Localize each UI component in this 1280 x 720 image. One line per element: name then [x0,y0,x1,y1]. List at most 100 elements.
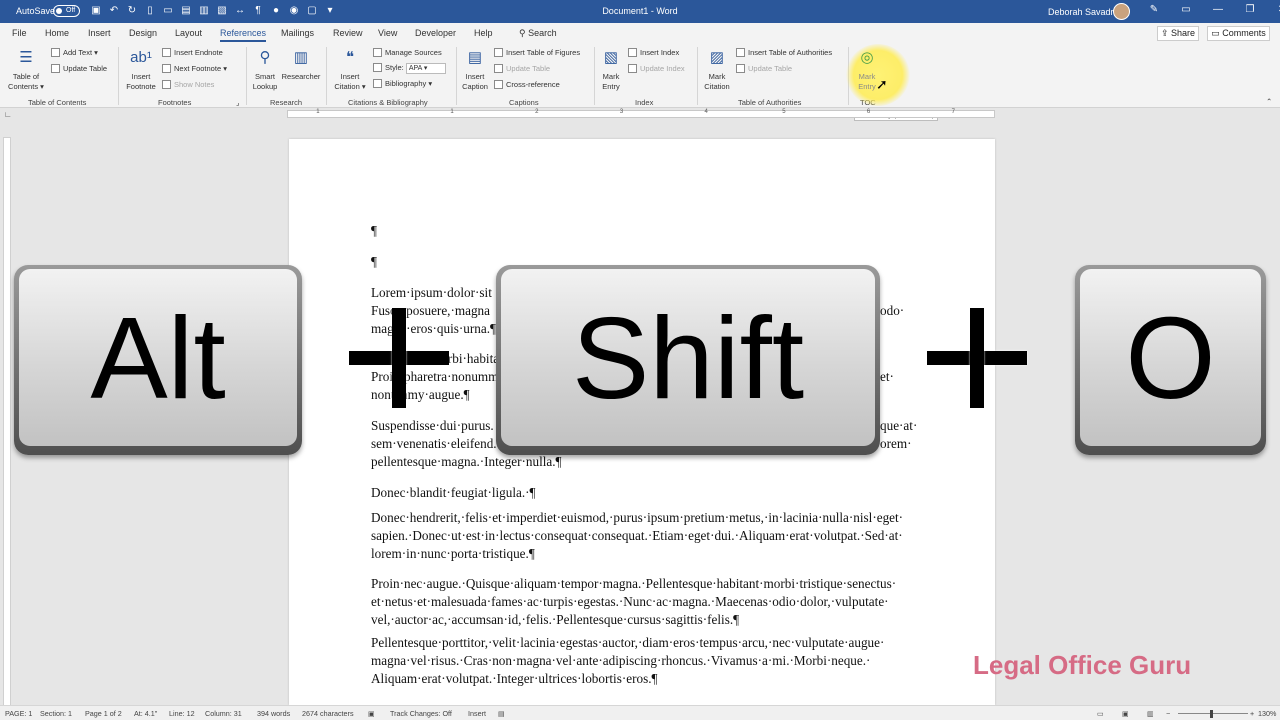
add-text-button[interactable]: Add Text ▾ [51,48,98,57]
insert-endnote-button[interactable]: Insert Endnote [162,48,223,57]
update-table-figures-button[interactable]: Update Table [494,64,550,73]
zoom-out-icon[interactable]: − [1166,709,1170,718]
status-column[interactable]: Column: 31 [205,709,242,718]
insert-footnote-button[interactable]: ab¹ Insert Footnote [122,46,160,92]
status-track-changes[interactable]: Track Changes: Off [390,709,452,718]
cross-reference-button[interactable]: Cross-reference [494,80,560,89]
comments-button[interactable]: ▭ Comments [1207,26,1270,41]
group-separator [594,47,595,105]
zoom-slider[interactable] [1178,713,1248,714]
style-selector[interactable]: Style: APA ▾ [373,63,446,74]
mark-citation-button[interactable]: ▨ Mark Citation [700,46,734,92]
tab-review[interactable]: Review [333,28,363,38]
text-fragment: orem· [880,436,912,451]
plus-bar [970,308,984,408]
insert-table-of-authorities-label: Insert Table of Authorities [748,48,833,57]
status-page[interactable]: PAGE: 1 [5,709,32,718]
mark-entry-toc-icon: ◎ [860,49,874,66]
tab-file[interactable]: File [12,28,27,38]
manage-sources-button[interactable]: Manage Sources [373,48,442,57]
style-value: APA [408,65,422,72]
paragraph[interactable]: ¶ [371,253,377,271]
web-layout-icon[interactable]: ▥ [1147,709,1154,718]
insert-table-of-authorities-button[interactable]: Insert Table of Authorities [736,48,832,57]
ribbon: ☰ Table of Contents ▾ Add Text ▾ Update T… [0,43,1280,108]
status-pages[interactable]: Page 1 of 2 [85,709,122,718]
tab-layout[interactable]: Layout [175,28,202,38]
title-bar: AutoSave Off ▣ ↶ ↻ ▯ ▭ ▤ ▥ ▧ ↔ ¶ ● ◉ ▢ ▾… [0,0,1280,23]
print-layout-icon[interactable]: ▣ [1122,709,1129,718]
paragraph-line: Proin·nec·augue.·Quisque·aliquam·tempor·… [371,576,897,591]
status-line[interactable]: Line: 12 [169,709,195,718]
update-table-authorities-button[interactable]: Update Table [736,64,792,73]
tab-design[interactable]: Design [129,28,157,38]
ruler-number: 1 [450,109,454,115]
insert-caption-button[interactable]: ▤ Insert Caption [460,46,490,92]
minimize-icon[interactable]: — [1202,4,1234,15]
ruler-number: 1 [316,109,320,115]
insert-table-of-figures-button[interactable]: Insert Table of Figures [494,48,580,57]
bibliography-button[interactable]: Bibliography ▾ [373,79,432,88]
style-dropdown[interactable]: APA ▾ [405,63,446,74]
tab-developer[interactable]: Developer [415,28,456,38]
insert-footnote-label: Insert Footnote [126,72,156,91]
insert-citation-button[interactable]: ❝ Insert Citation ▾ [330,46,370,92]
paragraph[interactable]: Donec·blandit·feugiat·ligula.·¶ [371,484,536,502]
collapse-ribbon-icon[interactable]: ⌃ [1266,97,1272,106]
mark-citation-icon: ▨ [709,49,725,66]
table-of-contents-button[interactable]: ☰ Table of Contents ▾ [6,46,46,92]
horizontal-ruler[interactable]: 1 1 2 3 4 5 6 7 [287,109,995,118]
paragraph[interactable]: Pellentesque·porttitor,·velit·lacinia·eg… [371,634,884,688]
status-section[interactable]: Section: 1 [40,709,72,718]
researcher-button[interactable]: ▥ Researcher [280,46,322,82]
tab-mailings[interactable]: Mailings [281,28,314,38]
zoom-slider-thumb[interactable] [1210,710,1213,718]
mark-entry-index-button[interactable]: ▧ Mark Entry [598,46,624,92]
search-box[interactable]: ⚲ Search [519,28,557,39]
tab-references[interactable]: References [220,28,267,42]
status-characters[interactable]: 2674 characters [302,709,354,718]
share-button[interactable]: ⇪ Share [1157,26,1199,41]
tab-view[interactable]: View [378,28,397,38]
researcher-icon: ▥ [293,49,309,66]
ruler-number: 7 [951,109,955,115]
paragraph[interactable]: Donec·hendrerit,·felis·et·imperdiet·euis… [371,509,903,563]
paragraph[interactable]: Proin·nec·augue.·Quisque·aliquam·tempor·… [371,575,896,629]
insert-index-button[interactable]: Insert Index [628,48,679,57]
vertical-ruler[interactable] [3,137,11,707]
proofing-icon[interactable]: ▣ [368,709,375,718]
ribbon-display-icon[interactable]: ▭ [1170,4,1202,15]
paragraph-line: Donec·hendrerit,·felis·et·imperdiet·euis… [371,510,904,525]
zoom-in-icon[interactable]: + [1250,709,1254,718]
tab-home[interactable]: Home [45,28,69,38]
status-insert[interactable]: Insert [468,709,486,718]
ruler-number: 5 [782,109,786,115]
avatar[interactable] [1113,3,1130,20]
paragraph-line: ¶ [371,254,377,269]
update-table-button[interactable]: Update Table [51,64,107,73]
update-index-button[interactable]: Update Index [628,64,685,73]
macro-icon[interactable]: ▤ [498,709,505,718]
update-index-icon [628,64,637,73]
tab-insert[interactable]: Insert [88,28,111,38]
user-name[interactable]: Deborah Savadra [1048,7,1119,17]
focus-mode-icon[interactable]: ▭ [1097,709,1104,718]
update-table-figures-label: Update Table [506,64,551,73]
status-at[interactable]: At: 4.1" [134,709,157,718]
update-figures-icon [494,64,503,73]
footnotes-dialog-launcher[interactable]: ⌟ [236,98,240,107]
paragraph[interactable]: ¶ [371,222,377,240]
status-zoom[interactable]: 130% [1258,709,1276,718]
show-notes-icon [162,80,171,89]
tab-help[interactable]: Help [474,28,493,38]
restore-icon[interactable]: ❐ [1234,4,1266,15]
close-icon[interactable]: ✕ [1266,4,1280,15]
smart-lookup-button[interactable]: ⚲ Smart Lookup [250,46,280,92]
comments-label: Comments [1222,28,1266,38]
pen-icon[interactable]: ✎ [1138,4,1170,15]
tab-selector-icon[interactable]: ∟ [4,110,12,119]
paragraph-line: pellentesque·magna.·Integer·nulla.¶ [371,454,562,469]
next-footnote-button[interactable]: Next Footnote ▾ [162,64,227,73]
status-words[interactable]: 394 words [257,709,290,718]
show-notes-button[interactable]: Show Notes [162,80,214,89]
